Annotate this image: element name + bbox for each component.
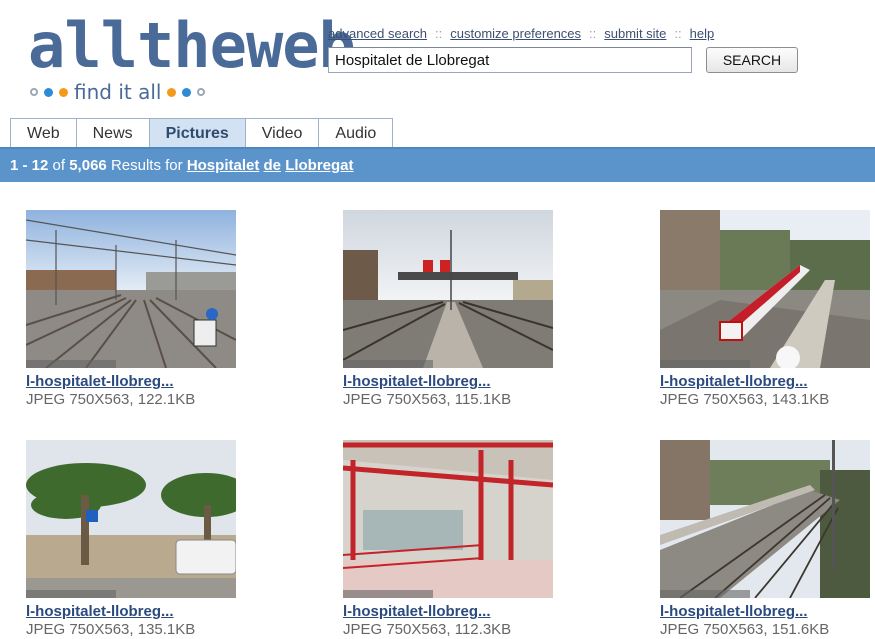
result-meta: JPEG 750X563, 135.1KB bbox=[26, 621, 196, 638]
logo-dot-icon bbox=[30, 88, 38, 96]
top-links: advanced search:: customize preferences::… bbox=[328, 26, 714, 41]
result-thumbnail[interactable] bbox=[660, 210, 870, 368]
station-platform-photo bbox=[343, 210, 553, 368]
link-separator: :: bbox=[674, 26, 682, 41]
logo-dot-icon bbox=[59, 87, 68, 97]
red-white-train-photo bbox=[660, 210, 870, 368]
result-title-link[interactable]: l-hospitalet-llobreg... bbox=[343, 603, 573, 620]
palm-trees-photo bbox=[26, 440, 236, 598]
result-thumbnail[interactable] bbox=[343, 210, 553, 368]
query-term-link[interactable]: Llobregat bbox=[285, 157, 353, 174]
result-meta: JPEG 750X563, 143.1KB bbox=[660, 391, 830, 408]
picture-result: l-hospitalet-llobreg... JPEG 750X563, 15… bbox=[660, 440, 875, 638]
picture-result: l-hospitalet-llobreg... JPEG 750X563, 12… bbox=[26, 210, 256, 408]
logo-dot-icon bbox=[44, 87, 53, 97]
logo-dot-icon bbox=[197, 88, 206, 96]
logo-tagline-row: find it all bbox=[30, 80, 206, 104]
result-meta: JPEG 750X563, 151.6KB bbox=[660, 621, 830, 638]
customize-preferences-link[interactable]: customize preferences bbox=[450, 26, 581, 41]
results-summary-bar: 1 - 12 of 5,066 Results for Hospitalet d… bbox=[0, 149, 875, 182]
picture-result: l-hospitalet-llobreg... JPEG 750X563, 11… bbox=[343, 440, 573, 638]
logo-dot-icon bbox=[182, 87, 192, 97]
of-text: of bbox=[52, 157, 66, 174]
result-title-link[interactable]: l-hospitalet-llobreg... bbox=[343, 373, 573, 390]
picture-result: l-hospitalet-llobreg... JPEG 750X563, 11… bbox=[343, 210, 573, 408]
tab-web[interactable]: Web bbox=[11, 118, 77, 148]
railway-tracks-photo bbox=[26, 210, 236, 368]
search-form: SEARCH bbox=[328, 47, 798, 73]
result-title-link[interactable]: l-hospitalet-llobreg... bbox=[660, 603, 875, 620]
result-title-link[interactable]: l-hospitalet-llobreg... bbox=[26, 603, 256, 620]
query-term-link[interactable]: Hospitalet bbox=[187, 157, 260, 174]
result-meta: JPEG 750X563, 115.1KB bbox=[343, 391, 512, 408]
result-range: 1 - 12 bbox=[10, 157, 49, 174]
tab-video[interactable]: Video bbox=[245, 118, 320, 148]
logo-dot-icon bbox=[167, 87, 177, 97]
submit-site-link[interactable]: submit site bbox=[604, 26, 666, 41]
result-thumbnail[interactable] bbox=[343, 440, 553, 598]
advanced-search-link[interactable]: advanced search bbox=[328, 26, 427, 41]
result-meta: JPEG 750X563, 122.1KB bbox=[26, 391, 196, 408]
logo-tagline: find it all bbox=[74, 80, 162, 104]
tab-audio[interactable]: Audio bbox=[319, 118, 394, 148]
search-button[interactable]: SEARCH bbox=[706, 47, 798, 73]
query-term-link[interactable]: de bbox=[264, 157, 282, 174]
logo-wordmark: alltheweb bbox=[28, 9, 356, 82]
help-link[interactable]: help bbox=[690, 26, 715, 41]
elevated-tracks-photo bbox=[660, 440, 870, 598]
vertical-tabs: Web News Pictures Video Audio bbox=[10, 118, 394, 148]
header: alltheweb find it all advanced search:: c… bbox=[0, 0, 875, 118]
result-title-link[interactable]: l-hospitalet-llobreg... bbox=[660, 373, 875, 390]
link-separator: :: bbox=[435, 26, 443, 41]
link-separator: :: bbox=[589, 26, 597, 41]
picture-result: l-hospitalet-llobreg... JPEG 750X563, 14… bbox=[660, 210, 875, 408]
tab-pictures[interactable]: Pictures bbox=[149, 118, 246, 148]
search-input[interactable] bbox=[328, 47, 692, 73]
picture-result: l-hospitalet-llobreg... JPEG 750X563, 13… bbox=[26, 440, 256, 638]
alltheweb-logo[interactable]: alltheweb find it all bbox=[28, 14, 356, 106]
results-for-text: Results for bbox=[110, 157, 183, 174]
tab-news[interactable]: News bbox=[76, 118, 150, 148]
result-total: 5,066 bbox=[69, 157, 107, 174]
result-thumbnail[interactable] bbox=[660, 440, 870, 598]
result-thumbnail[interactable] bbox=[26, 440, 236, 598]
result-meta: JPEG 750X563, 112.3KB bbox=[343, 621, 512, 638]
red-canopy-station-photo bbox=[343, 440, 553, 598]
result-thumbnail[interactable] bbox=[26, 210, 236, 368]
alltheweb-page: alltheweb find it all advanced search:: c… bbox=[0, 0, 875, 639]
result-title-link[interactable]: l-hospitalet-llobreg... bbox=[26, 373, 256, 390]
